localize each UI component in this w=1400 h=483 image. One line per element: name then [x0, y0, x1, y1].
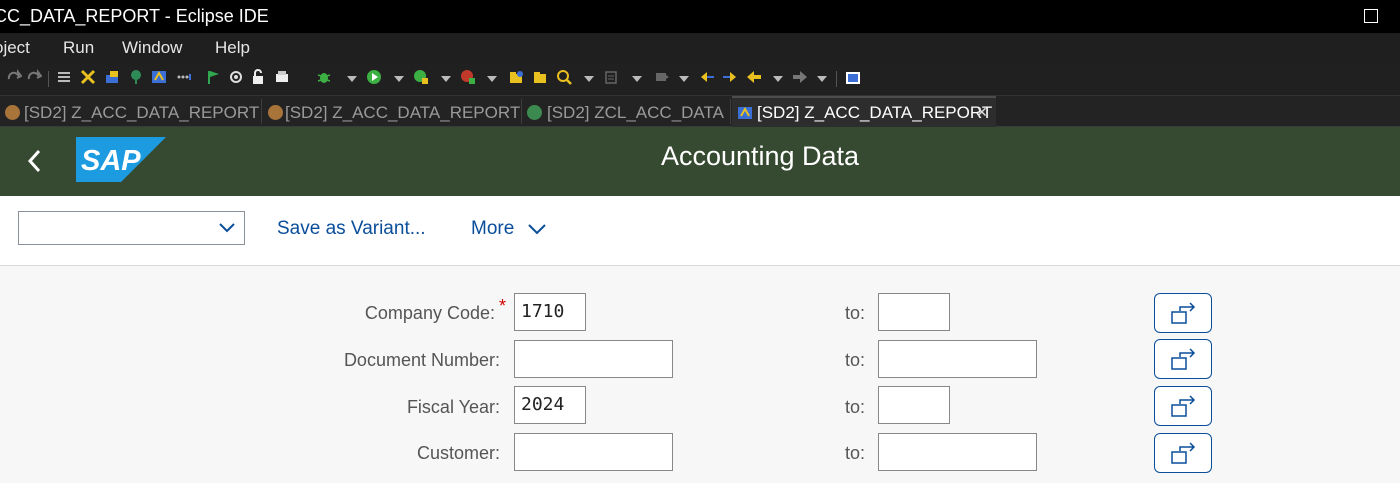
customer-from-input[interactable] — [514, 433, 673, 471]
sap-gui-icon[interactable] — [151, 69, 167, 85]
sap-shell-header: SAP Accounting Data — [0, 127, 1400, 196]
pin-editor-icon[interactable] — [654, 69, 670, 85]
back-dropdown-icon[interactable] — [773, 76, 783, 82]
window-title: CC_DATA_REPORT - Eclipse IDE — [0, 6, 269, 26]
to-label: to: — [845, 350, 866, 370]
document-number-to-input[interactable] — [878, 340, 1037, 378]
tab-label: [SD2] Z_ACC_DATA_REPORT — [24, 103, 260, 122]
multiple-selection-icon — [1171, 442, 1196, 464]
class-icon — [527, 105, 542, 120]
to-label: to: — [845, 303, 866, 323]
open-folder-icon[interactable] — [532, 69, 548, 85]
program-icon — [5, 105, 20, 120]
multiple-selection-button[interactable] — [1154, 293, 1212, 333]
more-button-label: More — [471, 218, 515, 239]
main-toolbar — [0, 63, 1400, 96]
program-icon — [268, 105, 283, 120]
page-title: Accounting Data — [660, 141, 860, 171]
sap-gui-icon — [738, 106, 752, 119]
to-label: to: — [845, 397, 866, 417]
menu-window[interactable]: Window — [122, 38, 182, 58]
tree-icon[interactable] — [128, 69, 144, 85]
outline-icon[interactable] — [56, 69, 72, 85]
flag-icon[interactable] — [205, 69, 221, 85]
close-icon[interactable]: ✕ — [976, 98, 988, 127]
annotation-dropdown-icon[interactable] — [632, 76, 642, 82]
redo-icon[interactable] — [6, 69, 22, 85]
menu-project[interactable]: oject — [0, 38, 30, 58]
search-dropdown-icon[interactable] — [584, 76, 594, 82]
editor-tab-2[interactable]: [SD2] Z_ACC_DATA_REPORT — [263, 96, 522, 127]
open-object-icon[interactable] — [104, 69, 120, 85]
debug-dropdown-icon[interactable] — [347, 76, 357, 82]
external-tools-dropdown-icon[interactable] — [487, 76, 497, 82]
company-code-label: Company Code: — [364, 303, 495, 323]
perspective-icon[interactable] — [845, 69, 861, 85]
required-indicator: * — [499, 296, 507, 316]
run-icon[interactable] — [366, 69, 382, 85]
multiple-selection-button[interactable] — [1154, 339, 1212, 379]
editor-tab-1[interactable]: [SD2] Z_ACC_DATA_REPORT — [0, 96, 262, 127]
variant-toolbar: Save as Variant... More — [0, 196, 1400, 266]
save-as-variant-button[interactable]: Save as Variant... — [277, 218, 426, 240]
window-title-bar: CC_DATA_REPORT - Eclipse IDE — [0, 0, 1400, 33]
print-icon[interactable] — [274, 69, 290, 85]
multiple-selection-button[interactable] — [1154, 386, 1212, 426]
search-icon[interactable] — [556, 69, 572, 85]
multiple-selection-icon — [1171, 348, 1196, 370]
forward-dropdown-icon[interactable] — [817, 76, 827, 82]
tab-divider — [730, 99, 731, 124]
activate-icon[interactable] — [228, 69, 244, 85]
fiscal-year-label: Fiscal Year: — [406, 397, 500, 417]
multiple-selection-icon — [1171, 302, 1196, 324]
menu-run[interactable]: Run — [63, 38, 94, 58]
lock-icon[interactable] — [250, 69, 266, 85]
multiple-selection-button[interactable] — [1154, 433, 1212, 473]
multiple-selection-icon — [1171, 395, 1196, 417]
tab-divider — [261, 99, 262, 124]
document-number-from-input[interactable] — [514, 340, 673, 378]
customer-to-input[interactable] — [878, 433, 1037, 471]
redo-alt-icon[interactable] — [26, 69, 42, 85]
bug-icon[interactable] — [316, 69, 332, 85]
tab-divider — [521, 99, 522, 124]
toolbar-separator — [836, 71, 837, 87]
toolbar-separator — [48, 71, 49, 87]
menu-bar: oject Run Window Help — [0, 33, 1400, 63]
prev-edit-icon[interactable] — [699, 69, 715, 85]
run-config-icon[interactable] — [413, 69, 429, 85]
run-config-dropdown-icon[interactable] — [441, 76, 451, 82]
debug-step-icon[interactable] — [80, 69, 96, 85]
maximize-icon[interactable] — [1364, 9, 1378, 23]
external-tools-icon[interactable] — [460, 69, 476, 85]
next-edit-icon[interactable] — [722, 69, 738, 85]
menu-help[interactable]: Help — [215, 38, 250, 58]
annotation-icon[interactable] — [603, 69, 619, 85]
fiscal-year-from-input[interactable]: 2024 — [514, 386, 586, 424]
document-number-label: Document Number: — [343, 350, 500, 370]
tab-label: [SD2] Z_ACC_DATA_REPORT — [757, 103, 993, 122]
run-dropdown-icon[interactable] — [394, 76, 404, 82]
more-button[interactable]: More — [471, 218, 546, 240]
chevron-down-icon — [219, 223, 235, 233]
variant-select[interactable] — [18, 211, 245, 245]
tab-label: [SD2] ZCL_ACC_DATA — [547, 103, 724, 122]
back-icon[interactable] — [746, 69, 762, 85]
tab-label: [SD2] Z_ACC_DATA_REPORT — [285, 103, 521, 122]
company-code-to-input[interactable] — [878, 293, 950, 331]
editor-tab-3[interactable]: [SD2] ZCL_ACC_DATA — [523, 96, 731, 127]
customer-label: Customer: — [416, 443, 500, 463]
forward-icon[interactable] — [792, 69, 808, 85]
selection-screen: Company Code: * 1710 to: Document Number… — [0, 266, 1400, 483]
whitespace-icon[interactable] — [176, 69, 192, 85]
company-code-from-input[interactable]: 1710 — [514, 293, 586, 331]
pin-dropdown-icon[interactable] — [679, 76, 689, 82]
editor-tab-bar: [SD2] Z_ACC_DATA_REPORT [SD2] Z_ACC_DATA… — [0, 96, 1400, 127]
chevron-down-icon — [528, 224, 546, 235]
editor-tab-4[interactable]: [SD2] Z_ACC_DATA_REPORT ✕ — [732, 96, 996, 127]
to-label: to: — [845, 443, 866, 463]
fiscal-year-to-input[interactable] — [878, 386, 950, 424]
open-type-icon[interactable] — [508, 69, 524, 85]
